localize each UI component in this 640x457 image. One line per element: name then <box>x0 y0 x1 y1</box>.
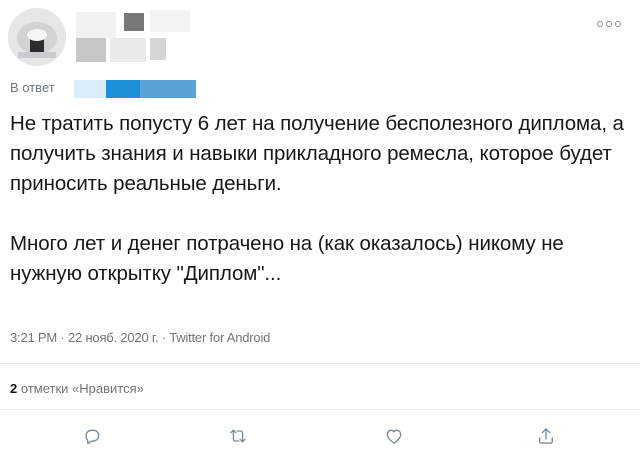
redacted-display-name <box>76 12 116 38</box>
redacted-name-block <box>124 13 144 31</box>
tweet-text: Не тратить попусту 6 лет на получение бе… <box>10 109 630 289</box>
redacted-handle <box>110 38 146 62</box>
divider <box>0 409 640 410</box>
reply-button[interactable] <box>80 424 104 448</box>
avatar-image <box>8 8 66 66</box>
retweet-button[interactable] <box>226 424 250 448</box>
like-icon <box>386 429 402 444</box>
redacted-reply-handle[interactable] <box>106 80 140 98</box>
share-button[interactable] <box>534 424 558 448</box>
redacted-name-block <box>150 10 190 32</box>
redacted-handle <box>150 38 166 60</box>
redacted-handle <box>76 38 106 62</box>
retweet-icon <box>230 429 246 443</box>
redacted-reply-handle[interactable] <box>74 80 106 98</box>
reply-icon <box>85 429 100 445</box>
reply-to-line: В ответ <box>10 80 55 95</box>
tweet-timestamp[interactable]: 3:21 PM · 22 нояб. 2020 г. · Twitter for… <box>10 330 270 345</box>
divider <box>0 363 640 364</box>
more-icon[interactable] <box>596 18 622 30</box>
tweet-paragraph: Много лет и денег потрачено на (как оказ… <box>10 232 564 285</box>
likes-label: отметки «Нравится» <box>20 381 144 396</box>
likes-summary[interactable]: 2 отметки «Нравится» <box>10 381 144 396</box>
like-button[interactable] <box>382 424 406 448</box>
reply-prefix: В ответ <box>10 80 55 95</box>
redacted-reply-handle[interactable] <box>140 80 196 98</box>
likes-count: 2 <box>10 381 18 396</box>
avatar[interactable] <box>8 8 66 66</box>
share-icon <box>539 428 553 444</box>
tweet-paragraph: Не тратить попусту 6 лет на получение бе… <box>10 112 624 195</box>
